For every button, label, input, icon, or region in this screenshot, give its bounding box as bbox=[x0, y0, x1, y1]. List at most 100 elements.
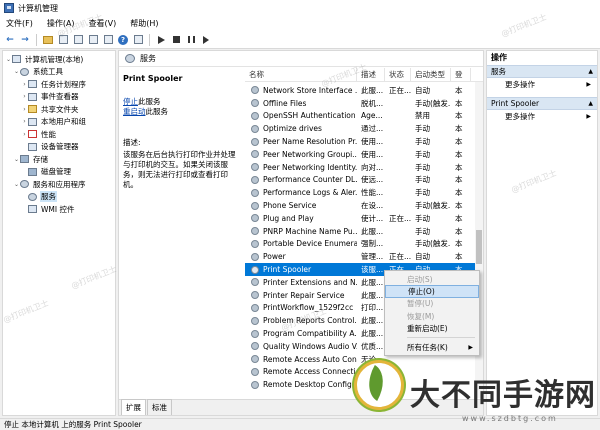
service-row[interactable]: PNRP Machine Name Pu... 此服... 手动 本 bbox=[245, 225, 483, 238]
service-name: Printer Extensions and N... bbox=[263, 277, 357, 287]
tree-item[interactable]: ⌄ 服务和应用程序 bbox=[3, 178, 115, 191]
service-name-cell: Problem Reports Control... bbox=[245, 316, 357, 325]
view-icon bbox=[133, 35, 143, 44]
menu-file[interactable]: 文件(F) bbox=[6, 18, 33, 29]
service-row[interactable]: Power 管理... 正在... 自动 本 bbox=[245, 250, 483, 263]
tree-item[interactable]: › 共享文件夹 bbox=[3, 103, 115, 116]
scrollbar-thumb[interactable] bbox=[476, 230, 482, 264]
column-header-status[interactable]: 状态 bbox=[385, 68, 411, 81]
expand-arrow-icon[interactable]: › bbox=[21, 93, 28, 100]
column-header-startup-type[interactable]: 启动类型 bbox=[411, 68, 451, 81]
tree-item[interactable]: 设备管理器 bbox=[3, 141, 115, 154]
restart-service-link[interactable]: 重启动 bbox=[123, 107, 146, 116]
refresh-button[interactable] bbox=[87, 34, 99, 46]
expand-arrow-icon[interactable]: › bbox=[21, 118, 28, 125]
context-menu-item[interactable]: 重新启动(E) bbox=[385, 322, 479, 334]
expand-arrow-icon[interactable]: ⌄ bbox=[13, 68, 20, 75]
service-gear-icon bbox=[251, 291, 259, 300]
properties-icon bbox=[73, 35, 83, 44]
actions-section-print-spooler[interactable]: Print Spooler ▲ bbox=[487, 97, 597, 110]
service-start-cell: 手动 bbox=[415, 162, 430, 172]
box-icon bbox=[28, 92, 37, 101]
console-tree-button[interactable] bbox=[57, 34, 69, 46]
expand-arrow-icon[interactable]: › bbox=[21, 106, 28, 113]
context-menu-item[interactable]: 所有任务(K) ▶ bbox=[385, 341, 479, 353]
menu-help[interactable]: 帮助(H) bbox=[130, 18, 158, 29]
restart-icon bbox=[203, 35, 209, 44]
tree-item[interactable]: › 本地用户和组 bbox=[3, 116, 115, 129]
restart-service-button[interactable] bbox=[200, 34, 212, 46]
tree-item[interactable]: ⌄ 存储 bbox=[3, 153, 115, 166]
properties-button[interactable] bbox=[72, 34, 84, 46]
service-row[interactable]: Network Store Interface ... 此服... 正在... 自动 本 bbox=[245, 84, 483, 97]
expand-arrow-icon[interactable]: › bbox=[21, 131, 28, 138]
folder-up-button[interactable] bbox=[42, 34, 54, 46]
service-row[interactable]: Peer Name Resolution Pr... 使用... 手动 本 bbox=[245, 135, 483, 148]
back-arrow-icon[interactable]: ← bbox=[4, 34, 16, 46]
stop-service-button[interactable] bbox=[170, 34, 182, 46]
service-name: Peer Name Resolution Pr... bbox=[263, 137, 357, 147]
forward-arrow-icon[interactable]: → bbox=[19, 34, 31, 46]
export-button[interactable] bbox=[102, 34, 114, 46]
stop-service-link[interactable]: 停止 bbox=[123, 97, 138, 106]
tree-item[interactable]: 磁盘管理 bbox=[3, 166, 115, 179]
service-row[interactable]: Remote Access Connecti... 管理... bbox=[245, 366, 483, 379]
service-login-cell: 本 bbox=[455, 98, 463, 108]
tree-item[interactable]: WMI 控件 bbox=[3, 203, 115, 216]
column-header-logon[interactable]: 登 bbox=[451, 68, 471, 81]
service-login-cell: 本 bbox=[455, 239, 463, 249]
tree-item[interactable]: 服务 bbox=[3, 191, 115, 204]
expand-arrow-icon[interactable]: › bbox=[21, 81, 28, 88]
service-row[interactable]: Performance Logs & Aler... 性能... 手动 本 bbox=[245, 186, 483, 199]
service-gear-icon bbox=[251, 380, 259, 389]
context-menu-item[interactable]: 停止(O) bbox=[385, 285, 479, 298]
service-row[interactable]: Optimize drives 通过... 手动 本 bbox=[245, 122, 483, 135]
menu-action[interactable]: 操作(A) bbox=[47, 18, 75, 29]
expand-arrow-icon[interactable]: ⌄ bbox=[13, 181, 20, 188]
toolbar-separator bbox=[149, 33, 150, 46]
service-row[interactable]: Portable Device Enumera... 强制... 手动(触发... 本 bbox=[245, 238, 483, 251]
service-gear-icon bbox=[251, 367, 259, 376]
start-service-button[interactable] bbox=[155, 34, 167, 46]
service-start-cell: 手动(触发... bbox=[415, 239, 451, 249]
description-label: 描述: bbox=[123, 138, 141, 147]
service-row[interactable]: Peer Networking Groupi... 使用... 手动 本 bbox=[245, 148, 483, 161]
pause-service-button[interactable] bbox=[185, 34, 197, 46]
service-row[interactable]: Offline Files 脱机... 手动(触发... 本 bbox=[245, 97, 483, 110]
tree-item[interactable]: › 任务计划程序 bbox=[3, 78, 115, 91]
list-header: 名称 描述 状态 启动类型 登 bbox=[245, 68, 483, 82]
service-gear-icon bbox=[251, 278, 259, 287]
service-gear-icon bbox=[251, 137, 259, 146]
service-row[interactable]: Peer Networking Identity... 向对... 手动 本 bbox=[245, 161, 483, 174]
help-button[interactable]: ? bbox=[117, 34, 129, 46]
service-desc-cell: 管理... bbox=[361, 252, 384, 262]
column-header-name[interactable]: 名称 bbox=[245, 68, 357, 81]
service-row[interactable]: OpenSSH Authentication ... Age... 禁用 本 bbox=[245, 110, 483, 123]
actions-section-label: Print Spooler bbox=[491, 99, 540, 108]
tree-item-label: 服务和应用程序 bbox=[33, 179, 86, 189]
menu-view[interactable]: 查看(V) bbox=[89, 18, 117, 29]
service-name: Phone Service bbox=[263, 201, 317, 211]
service-name-cell: Peer Networking Groupi... bbox=[245, 150, 357, 159]
tree-item[interactable]: › 事件查看器 bbox=[3, 91, 115, 104]
more-actions-services[interactable]: 更多操作 ▶ bbox=[487, 78, 597, 91]
service-row[interactable]: Performance Counter DL... 使远... 手动 本 bbox=[245, 174, 483, 187]
more-actions-print-spooler[interactable]: 更多操作 ▶ bbox=[487, 110, 597, 123]
tree-item[interactable]: › 性能 bbox=[3, 128, 115, 141]
service-name-cell: PNRP Machine Name Pu... bbox=[245, 227, 357, 236]
box-icon bbox=[28, 142, 37, 151]
expand-arrow-icon[interactable]: ⌄ bbox=[13, 156, 20, 163]
tree-item[interactable]: ⌄ 系统工具 bbox=[3, 66, 115, 79]
service-row[interactable]: Remote Desktop Config... 远程... bbox=[245, 378, 483, 391]
service-row[interactable]: Plug and Play 使计... 正在... 手动 本 bbox=[245, 212, 483, 225]
column-header-description[interactable]: 描述 bbox=[357, 68, 385, 81]
service-row[interactable]: Phone Service 在设... 手动(触发... 本 bbox=[245, 199, 483, 212]
expand-arrow-icon[interactable]: ⌄ bbox=[5, 56, 12, 63]
refresh-icon bbox=[88, 35, 98, 44]
tab-extended[interactable]: 扩展 bbox=[121, 399, 146, 415]
tree-item[interactable]: ⌄ 计算机管理(本地) bbox=[3, 53, 115, 66]
tab-standard[interactable]: 标准 bbox=[147, 399, 172, 415]
actions-section-services[interactable]: 服务 ▲ bbox=[487, 65, 597, 78]
service-name-cell: Peer Name Resolution Pr... bbox=[245, 137, 357, 146]
view-button[interactable] bbox=[132, 34, 144, 46]
